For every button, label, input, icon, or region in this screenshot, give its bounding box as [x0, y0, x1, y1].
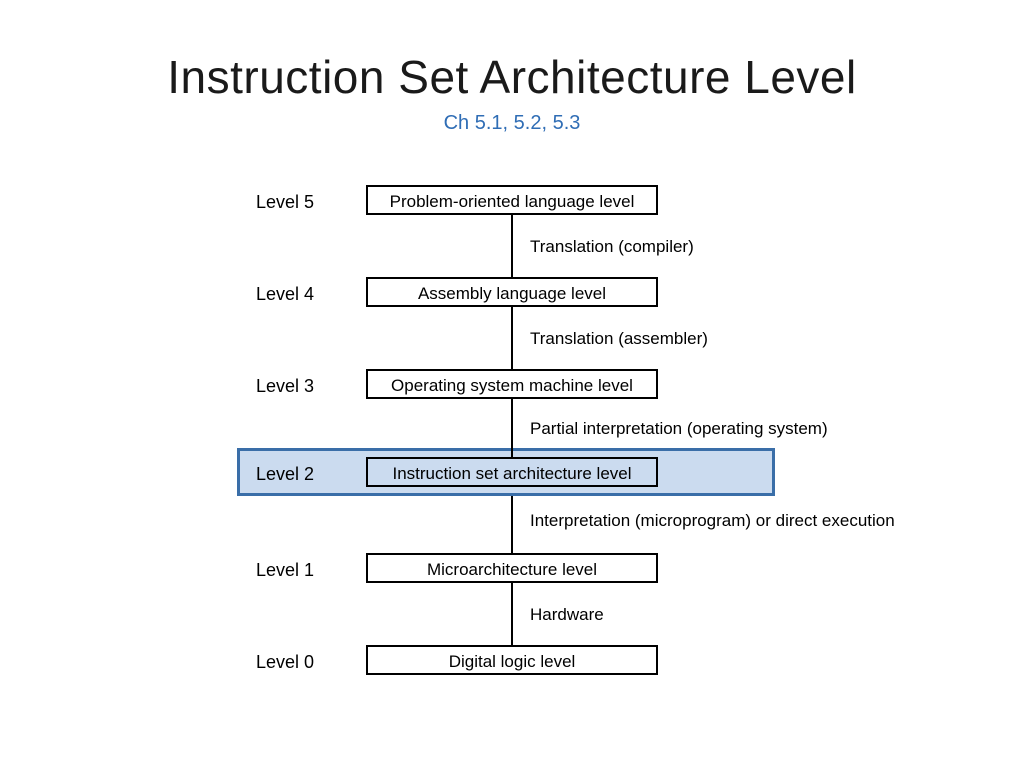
level-number: Level 0	[256, 652, 366, 673]
level-number: Level 1	[256, 560, 366, 581]
level-number: Level 3	[256, 376, 366, 397]
transition-label: Interpretation (microprogram) or direct …	[530, 511, 930, 531]
slide-subtitle: Ch 5.1, 5.2, 5.3	[0, 112, 1024, 135]
level-box: Assembly language level	[366, 277, 658, 307]
transition-label: Hardware	[530, 605, 930, 625]
slide-title: Instruction Set Architecture Level	[0, 50, 1024, 104]
row-level-5: Level 5 Problem-oriented language level	[0, 185, 1024, 219]
connector	[511, 215, 513, 279]
transition-label: Partial interpretation (operating system…	[530, 419, 930, 439]
level-box: Problem-oriented language level	[366, 185, 658, 215]
level-box: Instruction set architecture level	[366, 457, 658, 487]
transition-label: Translation (assembler)	[530, 329, 930, 349]
levels-diagram: Level 5 Problem-oriented language level …	[0, 175, 1024, 735]
level-box: Microarchitecture level	[366, 553, 658, 583]
row-level-2: Level 2 Instruction set architecture lev…	[0, 457, 1024, 491]
row-level-0: Level 0 Digital logic level	[0, 645, 1024, 679]
level-number: Level 5	[256, 192, 366, 213]
level-number: Level 4	[256, 284, 366, 305]
level-number: Level 2	[256, 464, 366, 485]
connector	[511, 583, 513, 647]
connector	[511, 399, 513, 457]
connector	[511, 496, 513, 554]
slide: Instruction Set Architecture Level Ch 5.…	[0, 0, 1024, 768]
connector	[511, 307, 513, 371]
transition-label: Translation (compiler)	[530, 237, 930, 257]
level-box: Operating system machine level	[366, 369, 658, 399]
row-level-3: Level 3 Operating system machine level	[0, 369, 1024, 403]
row-level-1: Level 1 Microarchitecture level	[0, 553, 1024, 587]
row-level-4: Level 4 Assembly language level	[0, 277, 1024, 311]
level-box: Digital logic level	[366, 645, 658, 675]
